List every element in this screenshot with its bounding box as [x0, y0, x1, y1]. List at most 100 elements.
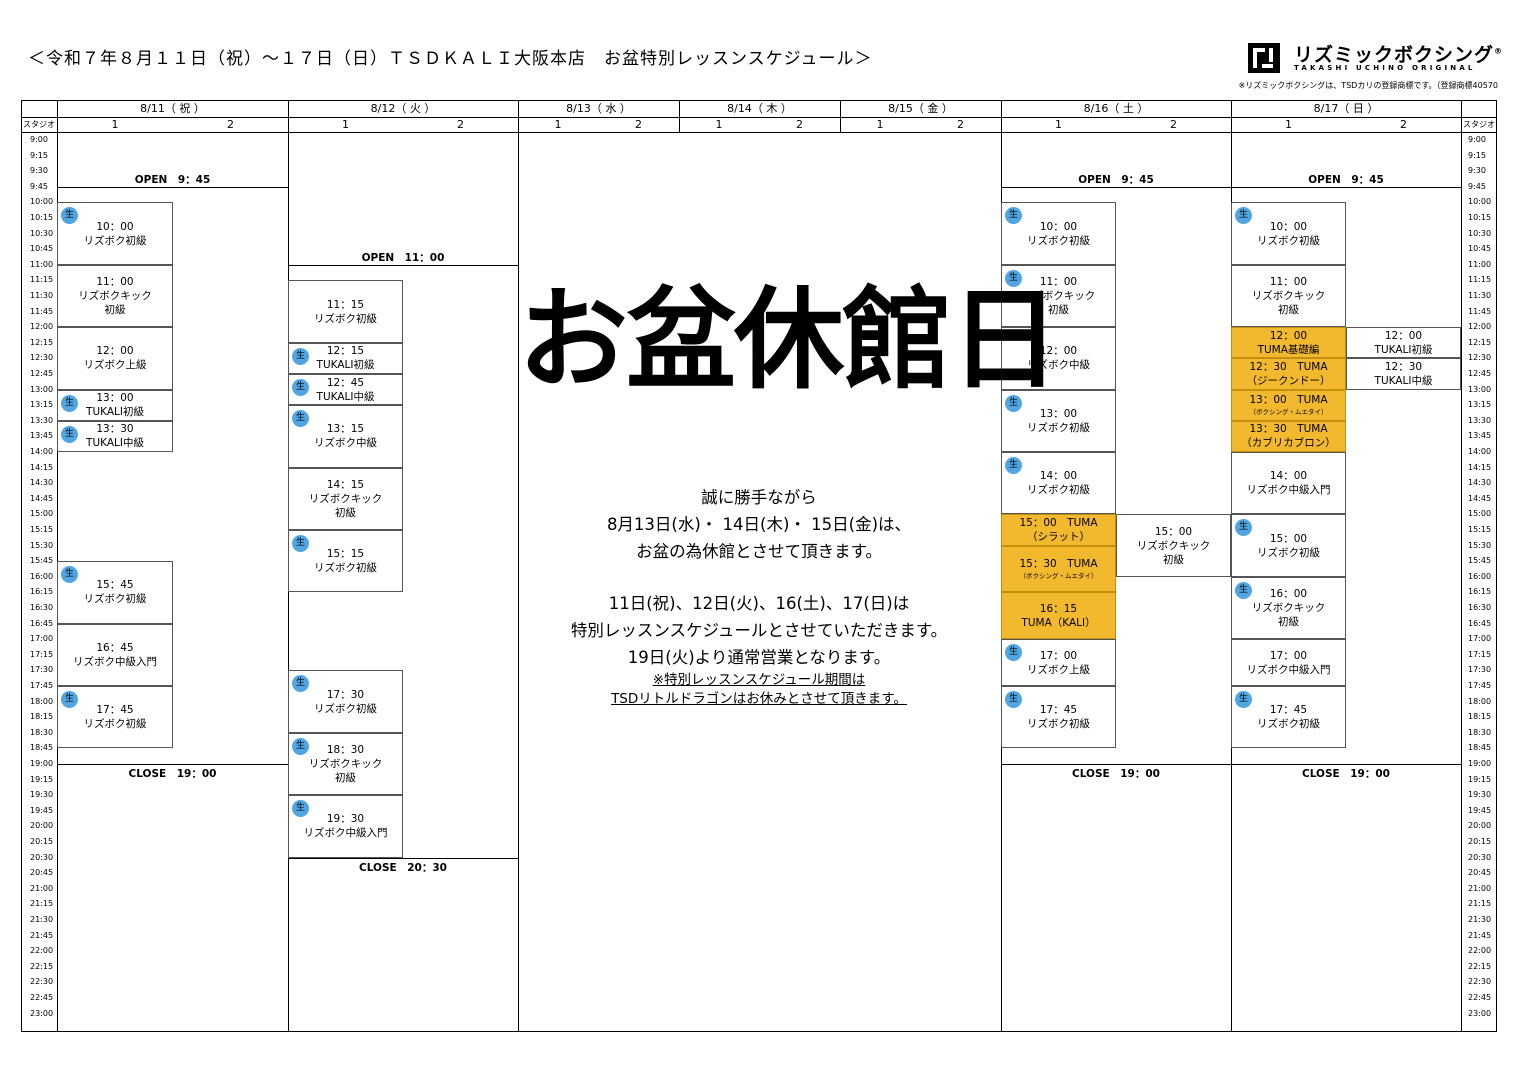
- time-label: 10:45: [30, 244, 54, 254]
- lesson-time: 13：30: [96, 423, 134, 436]
- page-title: ＜令和７年８月１１日（祝）〜１７日（日）ＴＳＤＫＡＬＩ大阪本店 お盆特別レッスン…: [28, 49, 873, 69]
- lesson-block[interactable]: 12：30 TUKALI中級: [1346, 358, 1461, 390]
- lesson-time: 13：30 TUMA: [1249, 423, 1328, 436]
- lesson-time: 11：15: [326, 298, 365, 311]
- lesson-block[interactable]: 16：15 TUMA（KALI）: [1001, 592, 1116, 640]
- lesson-name: リズボク初級: [1027, 421, 1090, 434]
- studio-number: 1: [876, 118, 884, 131]
- live-badge-icon: 生: [292, 347, 309, 365]
- time-label: 22:45: [30, 993, 54, 1002]
- lesson-block[interactable]: 14：15 リズボクキック 初級: [288, 467, 403, 530]
- lesson-block[interactable]: 14：00 リズボク中級入門: [1231, 452, 1346, 515]
- live-badge-icon: 生: [1235, 207, 1252, 225]
- time-label: 22:00: [30, 946, 54, 956]
- studio-number: 1: [342, 118, 349, 131]
- time-label: 21:30: [1468, 915, 1492, 924]
- lesson-block[interactable]: 19：30 リズボク中級入門 生: [288, 795, 403, 858]
- lesson-block[interactable]: 17：45 リズボク初級生: [1001, 686, 1116, 749]
- lesson-block[interactable]: 17：00 リズボク中級入門: [1231, 639, 1346, 686]
- time-label: 21:45: [30, 930, 54, 940]
- lesson-block[interactable]: 18：30 リズボクキック 初級 生: [288, 732, 403, 796]
- time-label: 19:15: [30, 774, 54, 784]
- lesson-time: 15：45: [96, 579, 134, 592]
- lesson-block[interactable]: 16：45 リズボク中級入門: [57, 623, 173, 686]
- time-label: 12:15: [30, 337, 54, 347]
- lesson-block[interactable]: 17：45 リズボク初級生: [1231, 686, 1346, 749]
- time-label: 18:00: [1468, 696, 1492, 706]
- lesson-name: TUKALI初級: [1374, 343, 1433, 356]
- time-label: 14:00: [1468, 447, 1492, 456]
- lesson-block[interactable]: 15：00 リズボクキック 初級: [1116, 514, 1231, 577]
- lesson-block[interactable]: 12：30 TUMA （ジークンドー）: [1231, 358, 1346, 390]
- lesson-block[interactable]: 11：15 リズボク初級: [288, 280, 403, 343]
- live-badge-icon: 生: [1235, 581, 1252, 599]
- lesson-block[interactable]: 13：30 TUKALI中級生: [57, 420, 173, 452]
- time-label: 13:15: [30, 400, 54, 410]
- lesson-block[interactable]: 14：00 リズボク初級生: [1001, 452, 1116, 515]
- time-label: 22:15: [1468, 961, 1492, 971]
- lesson-block[interactable]: 16：00 リズボクキック 初級 生: [1231, 576, 1346, 640]
- time-label: 12:00: [1468, 322, 1492, 332]
- lesson-block[interactable]: 10：00 リズボク初級生: [1231, 202, 1346, 265]
- grid-line: [21, 132, 1497, 133]
- schedule-marker: OPEN 9：45: [1308, 173, 1384, 186]
- lesson-block[interactable]: 12：45 TUKALI中級生: [288, 374, 403, 406]
- lesson-block[interactable]: 13：00 TUMA （ボクシング・ムエタイ）: [1231, 389, 1346, 421]
- lesson-block[interactable]: 15：30 TUMA （ボクシング・ムエタイ）: [1001, 545, 1116, 593]
- time-label: 22:45: [1468, 993, 1492, 1002]
- lesson-block[interactable]: 13：00 TUKALI初級生: [57, 389, 173, 421]
- lesson-block[interactable]: 15：00 リズボク初級生: [1231, 514, 1346, 577]
- lesson-name: リズボク中級入門: [1246, 484, 1331, 497]
- lesson-block[interactable]: 15：45 リズボク初級生: [57, 561, 173, 624]
- lesson-block[interactable]: 10：00 リズボク初級生: [57, 202, 173, 265]
- lesson-block[interactable]: 15：15 リズボク初級生: [288, 530, 403, 593]
- lesson-block[interactable]: 13：30 TUMA （カブリカブロン）: [1231, 420, 1346, 452]
- schedule-marker: CLOSE 20：30: [359, 861, 447, 874]
- lesson-block[interactable]: 11：00 リズボクキック 初級: [57, 264, 173, 328]
- lesson-name: TUKALI中級: [86, 437, 144, 450]
- lesson-time: 11：00: [96, 275, 134, 288]
- time-label: 11:30: [30, 291, 54, 300]
- time-label: 11:30: [1468, 291, 1492, 300]
- lesson-block[interactable]: 11：00 リズボクキック 初級: [1231, 264, 1346, 328]
- closed-notice-line6: 19日(火)より通常営業となります。: [627, 648, 891, 667]
- lesson-block[interactable]: 15：00 TUMA （シラット）: [1001, 514, 1116, 546]
- grid-line: [57, 186, 288, 188]
- lesson-block[interactable]: 17：45 リズボク初級生: [57, 686, 173, 749]
- lesson-time: 12：00: [1269, 329, 1308, 342]
- lesson-block[interactable]: 13：15 リズボク中級生: [288, 405, 403, 468]
- lesson-time: 14：00: [1039, 470, 1078, 483]
- lesson-block[interactable]: 12：15 TUKALI初級生: [288, 342, 403, 374]
- lesson-block[interactable]: 17：30 リズボク初級生: [288, 670, 403, 733]
- schedule-marker: OPEN 11：00: [361, 251, 445, 264]
- time-label: 21:15: [30, 899, 54, 909]
- time-label: 15:00: [1468, 509, 1492, 519]
- time-label: 16:00: [1468, 571, 1492, 581]
- time-label: 15:30: [1468, 540, 1492, 550]
- lesson-block[interactable]: 12：00 TUMA基礎編: [1231, 327, 1346, 359]
- time-label: 11:15: [30, 275, 54, 285]
- lesson-block[interactable]: 12：00 リズボク上級: [57, 327, 173, 390]
- live-badge-icon: 生: [61, 566, 78, 584]
- lesson-time: 17：45: [1269, 704, 1308, 717]
- lesson-time: 13：00: [1039, 407, 1078, 420]
- time-label: 20:45: [1468, 868, 1492, 878]
- lesson-name: TUKALI初級: [86, 406, 144, 419]
- time-label: 22:00: [1468, 946, 1492, 956]
- time-label: 16:00: [30, 571, 54, 581]
- lesson-block[interactable]: 17：00 リズボク上級生: [1001, 639, 1116, 686]
- schedule-marker: OPEN 9：45: [1078, 173, 1154, 186]
- lesson-name: （シラット）: [1027, 530, 1090, 543]
- time-label: 14:15: [30, 462, 54, 472]
- time-label: 21:15: [1468, 899, 1492, 909]
- time-label: 16:15: [30, 587, 54, 597]
- closed-notice-note2: TSDリトルドラゴンはお休みとさせて頂きます。: [611, 691, 907, 707]
- lesson-name: リズボク中級入門: [303, 827, 388, 840]
- lesson-name: TUKALI中級: [1374, 374, 1433, 387]
- lesson-block[interactable]: 10：00 リズボク初級生: [1001, 202, 1116, 265]
- lesson-block[interactable]: 12：00 TUKALI初級: [1346, 327, 1461, 359]
- time-label: 13:00: [30, 384, 54, 394]
- live-badge-icon: 生: [292, 675, 309, 693]
- time-label: 11:45: [1468, 306, 1492, 316]
- time-label: 19:00: [1468, 759, 1492, 768]
